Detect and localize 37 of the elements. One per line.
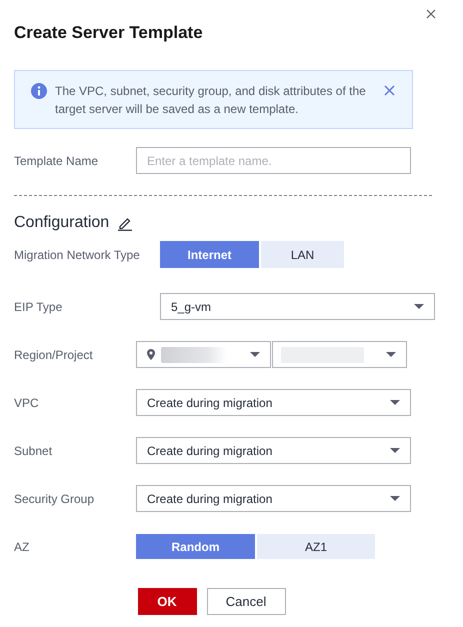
dismiss-button[interactable] (383, 84, 396, 97)
redacted-value (161, 346, 227, 362)
field-label: Security Group (14, 492, 96, 506)
field-label: AZ (14, 540, 30, 554)
dialog-title: Create Server Template (14, 23, 203, 43)
caret-down-icon (390, 400, 400, 405)
caret-down-icon (390, 496, 400, 501)
location-pin-icon (147, 349, 155, 360)
dropdown-field[interactable]: Create during migration (136, 437, 411, 464)
info-icon (31, 83, 47, 99)
segment-option[interactable]: AZ1 (257, 534, 375, 559)
caret-down-icon (390, 448, 400, 453)
caret-down-icon (414, 304, 424, 309)
caret-down-icon (250, 352, 260, 357)
cancel-button[interactable]: Cancel (206, 588, 286, 615)
alert-message: The VPC, subnet, security group, and disk attributes of the target server will be saved as a new template. (55, 83, 367, 118)
dropdown-field[interactable]: Create during migration (136, 389, 411, 416)
segment-option[interactable]: LAN (261, 241, 344, 268)
template-name-field[interactable]: Enter a template name. (136, 147, 411, 174)
field-label: VPC (14, 396, 40, 410)
close-button[interactable] (425, 8, 437, 20)
dropdown-field[interactable] (272, 341, 407, 368)
field-label: Region/Project (14, 348, 94, 362)
ok-button[interactable]: OK (138, 588, 196, 615)
field-label: EIP Type (14, 300, 64, 314)
field-label: Migration Network Type (14, 248, 141, 262)
close-icon (384, 85, 395, 96)
dropdown-field[interactable] (136, 341, 271, 368)
field-label: Template Name (14, 154, 100, 168)
dropdown-field[interactable]: Create during migration (136, 485, 411, 512)
dropdown-field[interactable]: 5_g-vm (160, 293, 435, 320)
close-icon (426, 9, 436, 19)
caret-down-icon (386, 352, 396, 357)
section-heading: Configuration (14, 214, 110, 232)
field-label: Subnet (14, 444, 54, 458)
segment-option[interactable]: Internet (160, 241, 259, 268)
segment-option[interactable]: Random (136, 534, 255, 559)
